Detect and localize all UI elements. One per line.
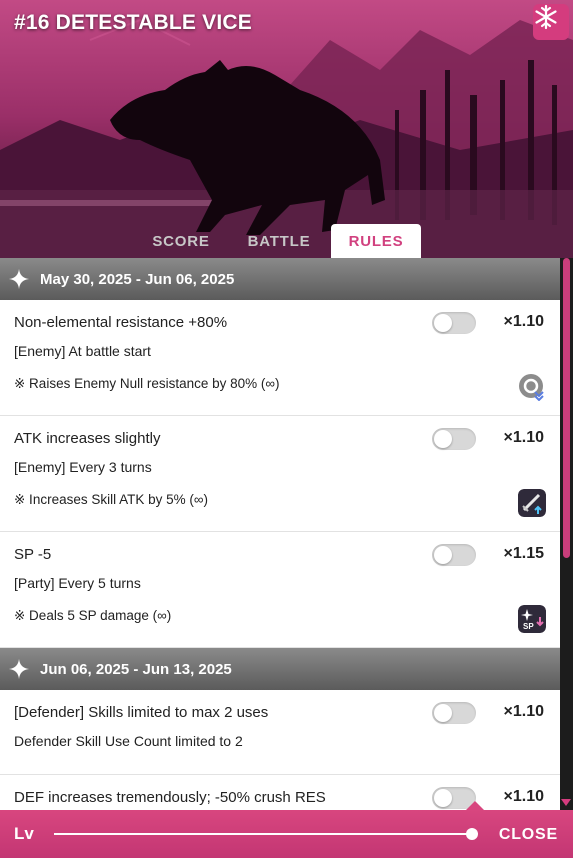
level-slider-track[interactable] xyxy=(54,833,474,835)
null-resist-icon xyxy=(519,374,544,401)
page-title: #16 DETESTABLE VICE xyxy=(14,11,252,34)
sp-down-icon: SP xyxy=(518,605,546,633)
slider-pointer xyxy=(466,801,484,810)
snowflake-icon xyxy=(535,4,557,30)
close-button[interactable]: CLOSE xyxy=(499,826,558,844)
scroll-down-arrow-icon[interactable] xyxy=(561,799,571,806)
svg-text:SP: SP xyxy=(523,622,534,631)
period-header: Jun 06, 2025 - Jun 13, 2025 xyxy=(0,648,560,690)
level-slider-handle[interactable] xyxy=(466,828,478,840)
tab-battle[interactable]: BATTLE xyxy=(236,224,322,258)
rule-multiplier: ×1.15 xyxy=(503,545,544,562)
footer-bar: Lv CLOSE xyxy=(0,801,573,858)
snowflake-button[interactable] xyxy=(533,4,569,40)
rule-toggle[interactable] xyxy=(432,428,476,450)
rule-multiplier: ×1.10 xyxy=(503,703,544,720)
rule-effect: ※ Increases Skill ATK by 5% (∞) xyxy=(14,492,208,507)
rule-item: [Defender] Skills limited to max 2 uses … xyxy=(0,690,560,775)
sparkle-icon xyxy=(8,658,30,680)
rule-condition: [Enemy] At battle start xyxy=(14,343,151,359)
period-label: Jun 06, 2025 - Jun 13, 2025 xyxy=(40,660,232,678)
level-label: Lv xyxy=(14,824,34,843)
tab-score[interactable]: SCORE xyxy=(140,224,222,258)
scrollbar-thumb[interactable] xyxy=(563,258,570,558)
rule-item: ATK increases slightly ×1.10 [Enemy] Eve… xyxy=(0,416,560,532)
sparkle-icon xyxy=(8,268,30,290)
rules-list[interactable]: May 30, 2025 - Jun 06, 2025 Non-elementa… xyxy=(0,258,560,810)
rule-effect: ※ Deals 5 SP damage (∞) xyxy=(14,608,172,623)
rule-multiplier: ×1.10 xyxy=(503,788,544,805)
rule-effect: ※ Raises Enemy Null resistance by 80% (∞… xyxy=(14,376,280,391)
event-banner: #16 DETESTABLE VICE SCORE BATTLE RULES xyxy=(0,0,573,258)
rule-toggle[interactable] xyxy=(432,312,476,334)
tab-bar: SCORE BATTLE RULES xyxy=(0,224,573,258)
rule-item: SP -5 ×1.15 [Party] Every 5 turns ※ Deal… xyxy=(0,532,560,648)
period-header: May 30, 2025 - Jun 06, 2025 xyxy=(0,258,560,300)
scrollbar[interactable] xyxy=(560,258,573,810)
rule-condition: [Enemy] Every 3 turns xyxy=(14,459,152,475)
rule-toggle[interactable] xyxy=(432,544,476,566)
rule-multiplier: ×1.10 xyxy=(503,313,544,330)
sword-up-icon xyxy=(518,489,546,517)
rule-condition: [Party] Every 5 turns xyxy=(14,575,141,591)
rule-condition: Defender Skill Use Count limited to 2 xyxy=(14,733,243,749)
banner-art xyxy=(0,0,573,258)
tab-rules[interactable]: RULES xyxy=(331,224,421,258)
rule-item: Non-elemental resistance +80% ×1.10 [Ene… xyxy=(0,300,560,416)
period-label: May 30, 2025 - Jun 06, 2025 xyxy=(40,270,235,288)
rule-multiplier: ×1.10 xyxy=(503,429,544,446)
rule-toggle[interactable] xyxy=(432,702,476,724)
